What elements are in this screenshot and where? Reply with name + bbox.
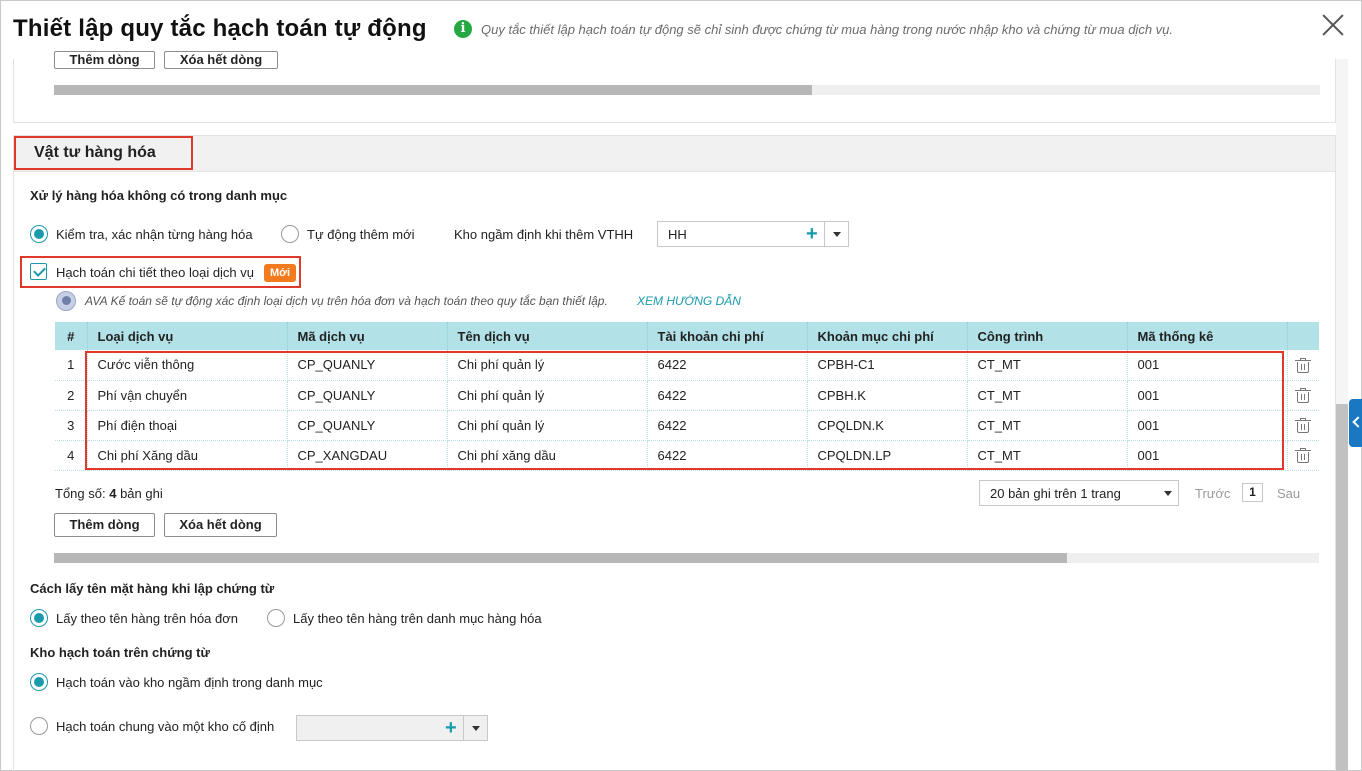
section-header: Vật tư hàng hóa (14, 136, 1335, 172)
radio-name-catalog-label[interactable]: Lấy theo tên hàng trên danh mục hàng hóa (293, 611, 542, 626)
radio-check-each[interactable] (30, 225, 48, 243)
dialog-title: Thiết lập quy tắc hạch toán tự động (13, 15, 427, 42)
radio-name-invoice-label[interactable]: Lấy theo tên hàng trên hóa đơn (56, 611, 238, 626)
info-text: Quy tắc thiết lập hạch toán tự động sẽ c… (481, 22, 1174, 37)
page-size-select[interactable]: 20 bản ghi trên 1 trang (979, 480, 1179, 506)
col-header-project: Công trình (967, 322, 1128, 350)
scrollbar-thumb[interactable] (1336, 404, 1348, 771)
table-row[interactable]: 1 Cước viễn thông CP_QUANLY Chi phí quản… (55, 350, 1319, 381)
page-size-value: 20 bản ghi trên 1 trang (990, 486, 1121, 501)
fixed-warehouse-combo[interactable]: + (296, 715, 488, 741)
total-records: Tổng số: 4 bản ghi (55, 486, 163, 501)
default-warehouse-combo[interactable]: HH + (657, 221, 849, 247)
new-badge: Mới (264, 264, 297, 282)
scrollbar-thumb[interactable] (54, 85, 812, 95)
table-header-row: # Loại dịch vụ Mã dịch vụ Tên dịch vụ Tà… (55, 322, 1319, 350)
col-header-expense-item: Khoản mục chi phí (807, 322, 968, 350)
radio-name-catalog[interactable] (267, 609, 285, 627)
add-row-button-top[interactable]: Thêm dòng (54, 51, 155, 69)
radio-check-each-label[interactable]: Kiểm tra, xác nhận từng hàng hóa (56, 227, 253, 242)
close-icon[interactable] (1321, 13, 1345, 37)
guide-link[interactable]: XEM HƯỚNG DẪN (637, 294, 741, 308)
col-header-service-type: Loại dịch vụ (87, 322, 288, 350)
radio-warehouse-fixed[interactable] (30, 717, 48, 735)
side-panel-toggle[interactable] (1349, 399, 1362, 447)
add-icon[interactable]: + (445, 717, 457, 739)
col-header-stat-code: Mã thống kê (1127, 322, 1288, 350)
default-warehouse-value: HH (668, 227, 687, 242)
section-title: Vật tư hàng hóa (34, 144, 156, 161)
table-row[interactable]: 2 Phí vận chuyển CP_QUANLY Chi phí quản … (55, 380, 1319, 411)
col-header-service-name: Tên dịch vụ (447, 322, 648, 350)
clear-rows-button[interactable]: Xóa hết dòng (164, 513, 277, 537)
detail-by-service-label[interactable]: Hạch toán chi tiết theo loại dịch vụ (56, 265, 254, 280)
not-in-catalog-label: Xử lý hàng hóa không có trong danh mục (30, 188, 288, 203)
trash-icon[interactable] (1295, 417, 1312, 433)
settings-dialog: Thiết lập quy tắc hạch toán tự động i Qu… (0, 0, 1362, 771)
chevron-down-icon[interactable] (833, 232, 841, 237)
horizontal-scrollbar[interactable] (54, 553, 1319, 563)
next-page-link[interactable]: Sau (1277, 486, 1300, 501)
horizontal-scrollbar-top[interactable] (54, 85, 1320, 95)
col-header-service-code: Mã dịch vụ (287, 322, 448, 350)
warehouse-label: Kho hạch toán trên chứng từ (30, 645, 210, 660)
service-table: # Loại dịch vụ Mã dịch vụ Tên dịch vụ Tà… (55, 322, 1319, 471)
clear-rows-button-top[interactable]: Xóa hết dòng (164, 51, 278, 69)
chevron-down-icon[interactable] (472, 726, 480, 731)
scrollbar-thumb[interactable] (54, 553, 1067, 563)
add-icon[interactable]: + (806, 223, 818, 245)
radio-auto-add[interactable] (281, 225, 299, 243)
current-page[interactable]: 1 (1242, 483, 1263, 502)
trash-icon[interactable] (1295, 447, 1312, 463)
chevron-down-icon[interactable] (1164, 491, 1172, 496)
radio-warehouse-fixed-label[interactable]: Hạch toán chung vào một kho cố định (56, 719, 274, 734)
previous-section-panel: Thêm dòng Xóa hết dòng (13, 51, 1336, 123)
trash-icon[interactable] (1295, 357, 1312, 373)
radio-name-invoice[interactable] (30, 609, 48, 627)
table-row[interactable]: 3 Phí điện thoại CP_QUANLY Chi phí quản … (55, 410, 1319, 441)
default-warehouse-label: Kho ngầm định khi thêm VTHH (454, 227, 634, 242)
radio-warehouse-default[interactable] (30, 673, 48, 691)
prev-page-link[interactable]: Trước (1195, 486, 1231, 501)
col-header-index: # (55, 322, 88, 350)
table-row[interactable]: 4 Chi phí Xăng dầu CP_XANGDAU Chi phí xă… (55, 440, 1319, 471)
ava-hint-text: AVA Kế toán sẽ tự động xác định loại dịc… (85, 294, 608, 308)
naming-label: Cách lấy tên mặt hàng khi lập chứng từ (30, 581, 275, 596)
info-icon: i (454, 20, 472, 38)
detail-by-service-checkbox[interactable] (30, 263, 47, 280)
ava-avatar (56, 291, 76, 311)
trash-icon[interactable] (1295, 387, 1312, 403)
add-row-button[interactable]: Thêm dòng (54, 513, 155, 537)
radio-warehouse-default-label[interactable]: Hạch toán vào kho ngầm định trong danh m… (56, 675, 323, 690)
radio-auto-add-label[interactable]: Tự động thêm mới (307, 227, 415, 242)
vertical-scrollbar[interactable] (1336, 59, 1348, 771)
col-header-expense-account: Tài khoản chi phí (647, 322, 808, 350)
